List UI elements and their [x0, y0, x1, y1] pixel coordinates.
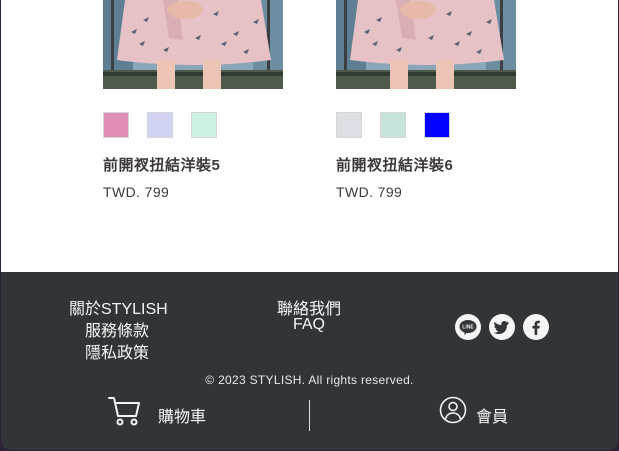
member-button[interactable]: 會員 [439, 392, 519, 432]
product-image[interactable] [336, 0, 516, 89]
color-swatch[interactable] [147, 112, 173, 138]
color-swatch[interactable] [103, 112, 129, 138]
color-swatch[interactable] [424, 112, 450, 138]
product-price: TWD. 799 [336, 184, 403, 200]
cart-icon [108, 397, 140, 426]
cart-button[interactable]: 購物車 [107, 392, 217, 432]
svg-text:LINE: LINE [462, 325, 474, 331]
footer-link-faq[interactable]: FAQ [269, 316, 349, 334]
facebook-icon[interactable] [523, 314, 549, 340]
footer-link-about[interactable]: 關於STYLISH [69, 295, 168, 319]
cart-label: 購物車 [158, 409, 207, 426]
footer-link-terms[interactable]: 服務條款 [69, 317, 165, 341]
footer-link-privacy[interactable]: 隱私政策 [69, 339, 165, 363]
divider [309, 400, 310, 431]
footer: 關於STYLISH 服務條款 隱私政策 聯絡我們 FAQ LINE © 2023… [1, 272, 618, 450]
product-title[interactable]: 前開衩扭結洋裝5 [103, 154, 220, 175]
member-icon [439, 396, 467, 424]
color-swatch[interactable] [336, 112, 362, 138]
product-grid: 前開衩扭結洋裝5 TWD. 799 前開衩扭結洋裝6 TWD. 799 [1, 0, 618, 272]
page: 前開衩扭結洋裝5 TWD. 799 前開衩扭結洋裝6 TWD. 799 關於ST… [1, 0, 618, 450]
color-swatch[interactable] [191, 112, 217, 138]
product-price: TWD. 799 [103, 184, 170, 200]
line-icon[interactable]: LINE [455, 314, 481, 340]
product-image[interactable] [103, 0, 283, 89]
copyright-text: © 2023 STYLISH. All rights reserved. [205, 373, 414, 387]
product-title[interactable]: 前開衩扭結洋裝6 [336, 154, 453, 175]
color-swatch[interactable] [380, 112, 406, 138]
twitter-icon[interactable] [489, 314, 515, 340]
member-label: 會員 [476, 409, 509, 426]
